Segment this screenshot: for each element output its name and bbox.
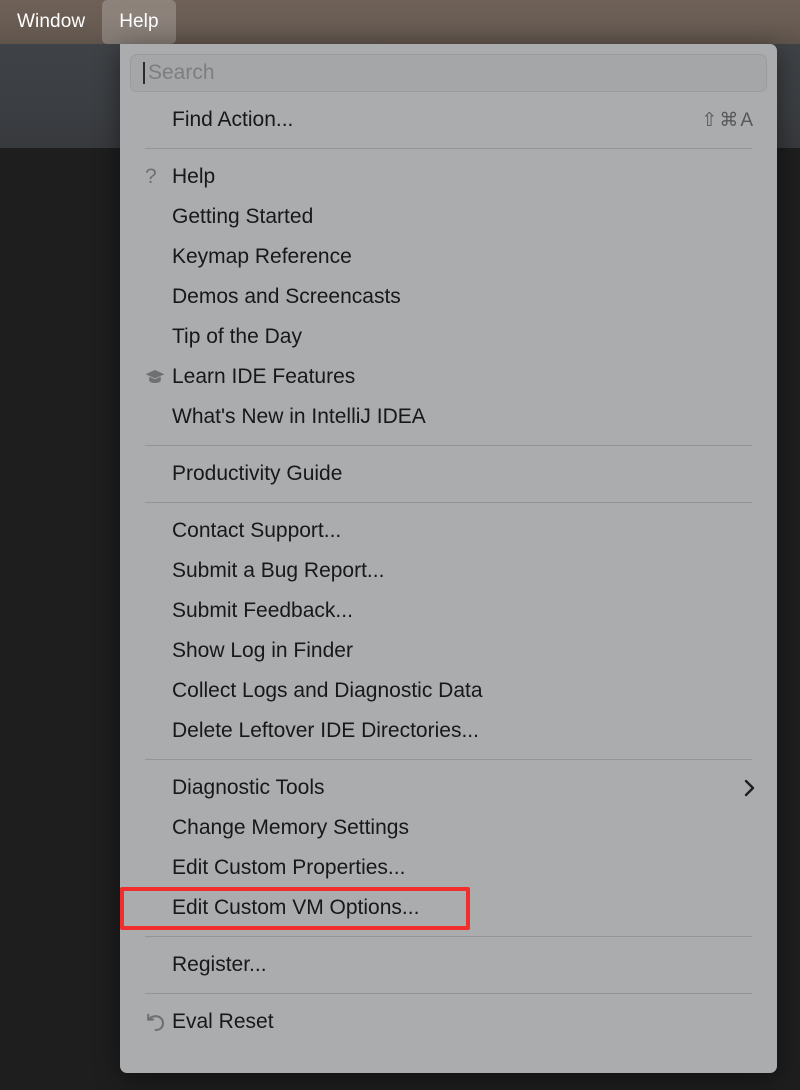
menu-item-diagnostic-tools[interactable]: Diagnostic Tools bbox=[120, 768, 777, 808]
menu-item-change-memory-settings[interactable]: Change Memory Settings bbox=[120, 808, 777, 848]
menu-separator bbox=[145, 993, 752, 994]
menu-item-learn-ide-features[interactable]: Learn IDE Features bbox=[120, 357, 777, 397]
menu-item-collect-logs-and-diagnostic-data[interactable]: Collect Logs and Diagnostic Data bbox=[120, 671, 777, 711]
menu-item-label: Help bbox=[172, 165, 216, 188]
menu-item-label: Delete Leftover IDE Directories... bbox=[172, 719, 479, 742]
menu-item-label: Diagnostic Tools bbox=[172, 776, 325, 799]
search-input[interactable]: Search bbox=[130, 54, 767, 92]
help-dropdown-menu: Search Find Action... ⇧⌘A? Help Getting Sta… bbox=[120, 44, 777, 1073]
text-caret bbox=[143, 62, 145, 84]
menu-item-submit-a-bug-report[interactable]: Submit a Bug Report... bbox=[120, 551, 777, 591]
menu-item-label: Contact Support... bbox=[172, 519, 342, 542]
menu-search-row: Search bbox=[120, 54, 777, 100]
menu-separator bbox=[145, 445, 752, 446]
menubar-item-help[interactable]: Help bbox=[102, 0, 176, 44]
menu-item-tip-of-the-day[interactable]: Tip of the Day bbox=[120, 317, 777, 357]
menu-item-label: Eval Reset bbox=[172, 1010, 274, 1033]
menu-item-label: Register... bbox=[172, 953, 267, 976]
menu-item-find-action[interactable]: Find Action... ⇧⌘A bbox=[120, 100, 777, 140]
menu-item-productivity-guide[interactable]: Productivity Guide bbox=[120, 454, 777, 494]
menu-item-label: Edit Custom Properties... bbox=[172, 856, 406, 879]
menu-item-demos-and-screencasts[interactable]: Demos and Screencasts bbox=[120, 277, 777, 317]
menu-item-label: Find Action... bbox=[172, 108, 294, 131]
menu-item-eval-reset[interactable]: Eval Reset bbox=[120, 1002, 777, 1042]
menu-item-label: Getting Started bbox=[172, 205, 314, 228]
menu-item-what-s-new-in-intellij-idea[interactable]: What's New in IntelliJ IDEA bbox=[120, 397, 777, 437]
menu-separator bbox=[145, 502, 752, 503]
menu-item-shortcut: ⇧⌘A bbox=[701, 109, 755, 131]
menu-items-container: Find Action... ⇧⌘A? Help Getting Started Key… bbox=[120, 100, 777, 1042]
menu-item-help[interactable]: ? Help bbox=[120, 157, 777, 197]
menu-item-edit-custom-vm-options[interactable]: Edit Custom VM Options... bbox=[120, 888, 777, 928]
question-mark-icon: ? bbox=[145, 165, 157, 188]
menu-item-label: What's New in IntelliJ IDEA bbox=[172, 405, 426, 428]
menu-item-label: Tip of the Day bbox=[172, 325, 302, 348]
menu-item-submit-feedback[interactable]: Submit Feedback... bbox=[120, 591, 777, 631]
chevron-right-icon bbox=[744, 779, 755, 797]
menu-item-contact-support[interactable]: Contact Support... bbox=[120, 511, 777, 551]
menu-item-label: Submit Feedback... bbox=[172, 599, 353, 622]
menu-item-label: Submit a Bug Report... bbox=[172, 559, 385, 582]
menu-item-label: Learn IDE Features bbox=[172, 365, 356, 388]
menu-item-delete-leftover-ide-directories[interactable]: Delete Leftover IDE Directories... bbox=[120, 711, 777, 751]
menu-item-label: Productivity Guide bbox=[172, 462, 343, 485]
search-placeholder: Search bbox=[148, 61, 215, 84]
menu-separator bbox=[145, 759, 752, 760]
menubar-item-window[interactable]: Window bbox=[0, 0, 102, 44]
menu-item-label: Keymap Reference bbox=[172, 245, 352, 268]
menu-separator bbox=[145, 148, 752, 149]
undo-arrow-icon bbox=[145, 1013, 172, 1032]
menu-item-getting-started[interactable]: Getting Started bbox=[120, 197, 777, 237]
menu-separator bbox=[145, 936, 752, 937]
menu-item-label: Demos and Screencasts bbox=[172, 285, 401, 308]
graduation-cap-icon bbox=[145, 369, 172, 385]
menu-item-keymap-reference[interactable]: Keymap Reference bbox=[120, 237, 777, 277]
menu-item-edit-custom-properties[interactable]: Edit Custom Properties... bbox=[120, 848, 777, 888]
menu-item-label: Collect Logs and Diagnostic Data bbox=[172, 679, 483, 702]
menu-item-label: Edit Custom VM Options... bbox=[172, 896, 420, 919]
menu-bar: Window Help bbox=[0, 0, 800, 44]
menu-item-show-log-in-finder[interactable]: Show Log in Finder bbox=[120, 631, 777, 671]
menu-item-register[interactable]: Register... bbox=[120, 945, 777, 985]
menu-item-label: Show Log in Finder bbox=[172, 639, 353, 662]
menu-item-label: Change Memory Settings bbox=[172, 816, 409, 839]
